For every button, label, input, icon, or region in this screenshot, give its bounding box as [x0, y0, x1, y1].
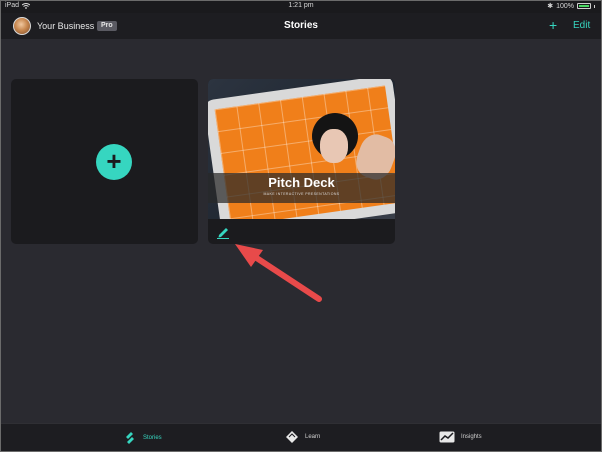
insights-icon	[439, 431, 455, 443]
stories-icon	[126, 432, 134, 444]
tab-insights[interactable]: Insights	[439, 431, 482, 443]
tab-stories-label: Stories	[143, 435, 162, 441]
tab-learn-label: Learn	[305, 434, 321, 440]
annotation-arrow	[235, 244, 322, 302]
tab-learn[interactable]: Learn	[285, 431, 320, 443]
tab-insights-label: Insights	[461, 434, 482, 440]
learn-icon	[286, 431, 298, 443]
tab-stories[interactable]: Stories	[123, 431, 162, 445]
app-window: iPad 1:21 pm ✱ 100% Your Business Pro St…	[0, 0, 602, 452]
tab-bar: Stories Learn Insights	[1, 423, 601, 451]
